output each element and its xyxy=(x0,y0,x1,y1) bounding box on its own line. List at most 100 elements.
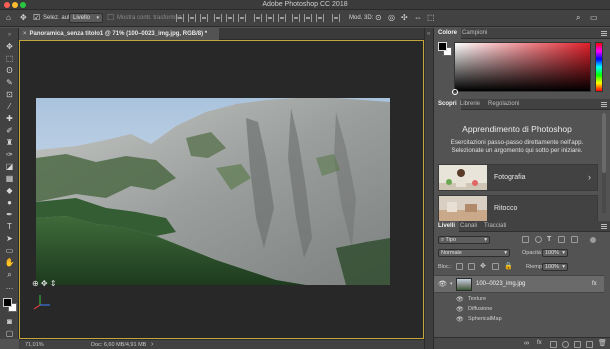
dodge-tool-icon[interactable]: ● xyxy=(4,197,15,208)
orbit-3d-icon[interactable]: ⊙ xyxy=(375,13,382,22)
brush-tool-icon[interactable]: ✐ xyxy=(4,125,15,136)
learn-scrollbar-thumb[interactable] xyxy=(602,113,606,173)
distribute-left-icon[interactable] xyxy=(292,14,300,22)
auto-select-checkbox[interactable]: ☑ xyxy=(33,13,40,22)
align-left-icon[interactable] xyxy=(214,14,222,22)
layer-row[interactable]: 👁 ▾ 100–0023_img.jpg fx xyxy=(434,275,604,293)
trash-icon[interactable]: 🗑 xyxy=(598,339,607,347)
3d-axis-widget[interactable]: ⊕ ✥ ⇕ xyxy=(32,279,66,291)
distribute-top-icon[interactable] xyxy=(254,14,262,22)
layer-name[interactable]: 100–0023_img.jpg xyxy=(476,281,525,287)
move-tool-icon[interactable]: ✥ xyxy=(20,13,27,22)
filter-smart-object-icon[interactable] xyxy=(571,236,578,243)
align-top-icon[interactable] xyxy=(176,14,184,22)
add-style-icon[interactable]: fx xyxy=(537,340,542,346)
distribute-vcenter-icon[interactable] xyxy=(266,14,274,22)
more-tools-icon[interactable]: … xyxy=(4,281,15,292)
panel-menu-icon[interactable] xyxy=(601,102,607,107)
distribute-bottom-icon[interactable] xyxy=(278,14,286,22)
tab-librerie[interactable]: Librerie xyxy=(456,99,484,110)
align-bottom-icon[interactable] xyxy=(200,14,208,22)
quick-mask-icon[interactable]: ◙ xyxy=(4,316,15,327)
path-select-tool-icon[interactable]: ➤ xyxy=(4,233,15,244)
fill-input[interactable]: 100% ▾ xyxy=(542,263,568,271)
blur-tool-icon[interactable]: ◆ xyxy=(4,185,15,196)
type-tool-icon[interactable]: T xyxy=(4,221,15,232)
pan-3d-icon[interactable]: ✣ xyxy=(401,13,408,22)
color-swatches-small[interactable] xyxy=(438,42,452,56)
color-field[interactable] xyxy=(452,42,591,95)
tab-canali[interactable]: Canali xyxy=(456,221,481,232)
history-brush-tool-icon[interactable]: ✑ xyxy=(4,149,15,160)
lock-image-icon[interactable] xyxy=(468,263,475,270)
close-tab-icon[interactable]: × xyxy=(23,31,27,37)
zoom-tool-icon[interactable]: ⌕ xyxy=(4,269,15,280)
crop-tool-icon[interactable]: ⊡ xyxy=(4,89,15,100)
roll-3d-icon[interactable]: ◎ xyxy=(388,13,395,22)
effect-eye-icon[interactable]: 👁 xyxy=(456,296,464,303)
effect-eye-icon[interactable]: 👁 xyxy=(456,316,464,323)
gradient-tool-icon[interactable]: ▦ xyxy=(4,173,15,184)
status-arrow-icon[interactable]: › xyxy=(151,341,153,348)
color-swatches[interactable] xyxy=(3,298,17,312)
align-right-icon[interactable] xyxy=(238,14,246,22)
shape-tool-icon[interactable]: ▭ xyxy=(4,245,15,256)
scale-3d-icon[interactable]: ⬚ xyxy=(427,13,435,22)
effect-eye-icon[interactable]: 👁 xyxy=(456,306,464,313)
marquee-tool-icon[interactable]: ⬚ xyxy=(4,53,15,64)
blend-mode-dropdown[interactable]: Normale ▾ xyxy=(438,249,510,257)
distribute-hcenter-icon[interactable] xyxy=(304,14,312,22)
document-tab[interactable]: × Panoramica_senza titolo1 @ 71% (100–002… xyxy=(19,28,219,40)
new-group-icon[interactable] xyxy=(574,341,581,348)
zoom-level[interactable]: 71,01% xyxy=(25,342,44,348)
tab-regolazioni[interactable]: Regolazioni xyxy=(484,99,523,110)
learn-scrollbar[interactable] xyxy=(602,113,606,213)
lock-transparent-icon[interactable] xyxy=(456,263,463,270)
effect-item-texture[interactable]: Texture xyxy=(468,296,486,302)
panorama-image[interactable] xyxy=(36,98,390,285)
workspace-icon[interactable]: ▭ xyxy=(590,13,598,22)
new-adjustment-icon[interactable] xyxy=(562,341,569,348)
align-vcenter-icon[interactable] xyxy=(188,14,196,22)
foreground-color-swatch[interactable] xyxy=(3,298,12,307)
move-tool-icon[interactable]: ✥ xyxy=(4,41,15,52)
filter-pixel-icon[interactable] xyxy=(522,236,529,243)
lock-artboard-icon[interactable] xyxy=(492,263,499,270)
tab-campioni[interactable]: Campioni xyxy=(458,28,491,39)
canvas-area[interactable]: ⊕ ✥ ⇕ xyxy=(19,40,424,339)
color-picker-marker[interactable] xyxy=(452,89,458,95)
effect-item-sphericalmap[interactable]: SphericalMap xyxy=(468,316,502,322)
layer-effects-icon[interactable]: fx xyxy=(592,281,597,287)
screen-mode-icon[interactable]: ▢ xyxy=(4,328,15,339)
foreground-color-swatch[interactable] xyxy=(438,42,447,51)
layer-filter-dropdown[interactable]: ⌕ Tipo ▾ xyxy=(438,236,490,244)
collapse-panels-icon[interactable]: « xyxy=(427,31,430,37)
tab-tracciati[interactable]: Tracciati xyxy=(480,221,510,232)
learn-card-ritocco[interactable]: Ritocco xyxy=(438,195,598,222)
3d-axis-gizmo[interactable] xyxy=(32,293,56,311)
lasso-tool-icon[interactable]: ʘ xyxy=(4,65,15,76)
add-mask-icon[interactable] xyxy=(550,341,557,348)
opacity-input[interactable]: 100% ▾ xyxy=(542,249,568,257)
filter-toggle[interactable] xyxy=(590,237,596,243)
learn-card-fotografia[interactable]: Fotografia › xyxy=(438,164,598,191)
hue-slider[interactable] xyxy=(595,42,603,92)
expand-arrow-icon[interactable]: ▾ xyxy=(450,281,453,287)
distribute-right-icon[interactable] xyxy=(316,14,324,22)
align-hcenter-icon[interactable] xyxy=(226,14,234,22)
panel-menu-icon[interactable] xyxy=(601,224,607,229)
link-layers-icon[interactable]: ∞ xyxy=(524,340,529,347)
new-layer-icon[interactable] xyxy=(586,341,593,348)
panel-menu-icon[interactable] xyxy=(601,31,607,36)
home-icon[interactable]: ⌂ xyxy=(6,13,11,22)
eraser-tool-icon[interactable]: ◪ xyxy=(4,161,15,172)
healing-tool-icon[interactable]: ✚ xyxy=(4,113,15,124)
collapse-toolbar-icon[interactable]: » xyxy=(4,30,15,41)
clone-stamp-tool-icon[interactable]: ♜ xyxy=(4,137,15,148)
quick-select-tool-icon[interactable]: ✎ xyxy=(4,77,15,88)
effect-item-diffusione[interactable]: Diffusione xyxy=(468,306,492,312)
eyedropper-tool-icon[interactable]: ⁄ xyxy=(4,101,15,112)
tab-colore[interactable]: Colore xyxy=(434,28,462,39)
lock-position-icon[interactable]: ✥ xyxy=(480,262,486,270)
search-icon[interactable]: ⌕ xyxy=(576,13,580,23)
